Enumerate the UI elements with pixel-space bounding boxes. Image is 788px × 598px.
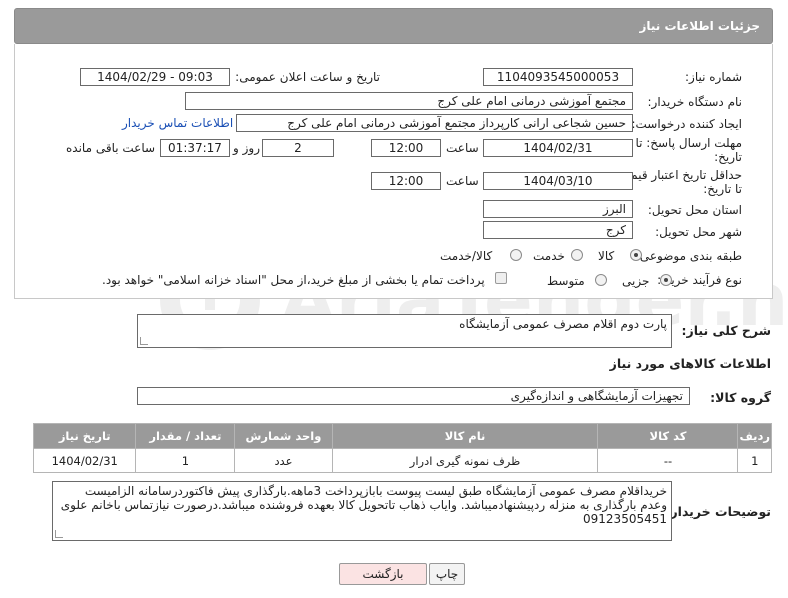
city-field[interactable]: کرج xyxy=(483,221,633,239)
treasury-payment-note: پرداخت تمام یا بخشی از مبلغ خرید،از محل … xyxy=(102,273,485,287)
page-header: جزئیات اطلاعات نیاز xyxy=(14,8,773,44)
goods-table: ردیف کد کالا نام کالا واحد شمارش تعداد /… xyxy=(32,423,772,473)
purchase-radio-minor[interactable] xyxy=(660,274,672,286)
category-option-service: خدمت xyxy=(533,249,565,263)
treasury-payment-checkbox[interactable] xyxy=(495,272,507,284)
validity-date-field[interactable]: 1404/03/10 xyxy=(483,172,633,190)
deadline-label-2: تاریخ: xyxy=(714,150,742,164)
print-button[interactable]: چاپ xyxy=(429,563,465,585)
category-radio-service[interactable] xyxy=(571,249,583,261)
buyer-notes-textarea[interactable]: خریداقلام مصرف عمومی آزمایشگاه طبق لیست … xyxy=(52,481,672,541)
purchase-radio-medium[interactable] xyxy=(595,274,607,286)
category-option-goods: کالا xyxy=(598,249,615,263)
announce-field[interactable]: 1404/02/29 - 09:03 xyxy=(80,68,230,86)
resize-handle-icon[interactable] xyxy=(55,530,63,538)
validity-time-field[interactable]: 12:00 xyxy=(371,172,441,190)
buyer-notes-label: توضیحات خریدار: xyxy=(665,504,771,519)
purchase-option-medium: متوسط xyxy=(547,274,585,288)
validity-time-label: ساعت xyxy=(446,174,479,188)
requester-field[interactable]: حسین شجاعی ارانی کارپرداز مجتمع آموزشی د… xyxy=(236,114,633,132)
validity-label-2: تا تاریخ: xyxy=(703,182,742,196)
back-button[interactable]: بازگشت xyxy=(339,563,427,585)
cell-quantity: 1 xyxy=(135,448,236,473)
province-label: استان محل تحویل: xyxy=(647,203,742,217)
resize-handle-icon[interactable] xyxy=(140,337,148,345)
col-need-date: تاریخ نیاز xyxy=(32,423,137,449)
category-radio-goods[interactable] xyxy=(630,249,642,261)
buyer-org-field[interactable]: مجتمع آموزشی درمانی امام علی کرج xyxy=(185,92,633,110)
deadline-time-field[interactable]: 12:00 xyxy=(371,139,441,157)
cell-need-date: 1404/02/31 xyxy=(32,448,137,473)
cell-row-number: 1 xyxy=(737,448,772,473)
col-row-number: ردیف xyxy=(737,423,772,449)
need-number-label: شماره نیاز: xyxy=(685,70,742,84)
description-label: شرح کلی نیاز: xyxy=(681,323,771,338)
validity-label: حداقل تاریخ اعتبار قیمت: xyxy=(615,168,742,182)
goods-group-label: گروه کالا: xyxy=(710,390,771,405)
deadline-label: مهلت ارسال پاسخ: تا xyxy=(635,136,742,150)
buyer-org-label: نام دستگاه خریدار: xyxy=(647,95,743,109)
days-remaining-field[interactable]: 2 xyxy=(262,139,334,157)
deadline-time-label: ساعت xyxy=(446,141,479,155)
cell-unit: عدد xyxy=(234,448,333,473)
city-label: شهر محل تحویل: xyxy=(655,225,742,239)
category-label: طبقه بندی موضوعی: xyxy=(635,249,742,263)
goods-group-field[interactable]: تجهیزات آزمایشگاهی و اندازه‌گیری xyxy=(137,387,690,405)
remaining-time-field[interactable]: 01:37:17 xyxy=(160,139,230,157)
goods-info-title: اطلاعات کالاهای مورد نیاز xyxy=(609,356,771,371)
days-label: روز و xyxy=(233,141,260,155)
buyer-contact-link[interactable]: اطلاعات تماس خریدار xyxy=(122,116,233,130)
col-quantity: تعداد / مقدار xyxy=(135,423,236,449)
purchase-option-minor: جزیی xyxy=(622,274,650,288)
province-field[interactable]: البرز xyxy=(483,200,633,218)
description-text: پارت دوم اقلام مصرف عمومی آزمایشگاه xyxy=(459,317,667,331)
remaining-label: ساعت باقی مانده xyxy=(66,141,156,155)
description-textarea[interactable]: پارت دوم اقلام مصرف عمومی آزمایشگاه xyxy=(137,314,672,348)
table-row[interactable]: 1 -- ظرف نمونه گیری ادرار عدد 1 1404/02/… xyxy=(32,448,772,473)
col-goods-code: کد کالا xyxy=(597,423,739,449)
category-radio-goods-service[interactable] xyxy=(510,249,522,261)
requester-label: ایجاد کننده درخواست: xyxy=(631,117,742,131)
col-unit: واحد شمارش xyxy=(234,423,333,449)
category-option-goods-service: کالا/خدمت xyxy=(440,249,493,263)
need-number-field[interactable]: 1104093545000053 xyxy=(483,68,633,86)
deadline-date-field[interactable]: 1404/02/31 xyxy=(483,139,633,157)
table-header-row: ردیف کد کالا نام کالا واحد شمارش تعداد /… xyxy=(32,423,772,449)
page-title: جزئیات اطلاعات نیاز xyxy=(639,19,760,33)
announce-label: تاریخ و ساعت اعلان عمومی: xyxy=(235,70,380,84)
cell-goods-name: ظرف نمونه گیری ادرار xyxy=(331,448,599,473)
buyer-notes-text: خریداقلام مصرف عمومی آزمایشگاه طبق لیست … xyxy=(60,484,667,526)
col-goods-name: نام کالا xyxy=(331,423,599,449)
cell-goods-code: -- xyxy=(597,448,739,473)
